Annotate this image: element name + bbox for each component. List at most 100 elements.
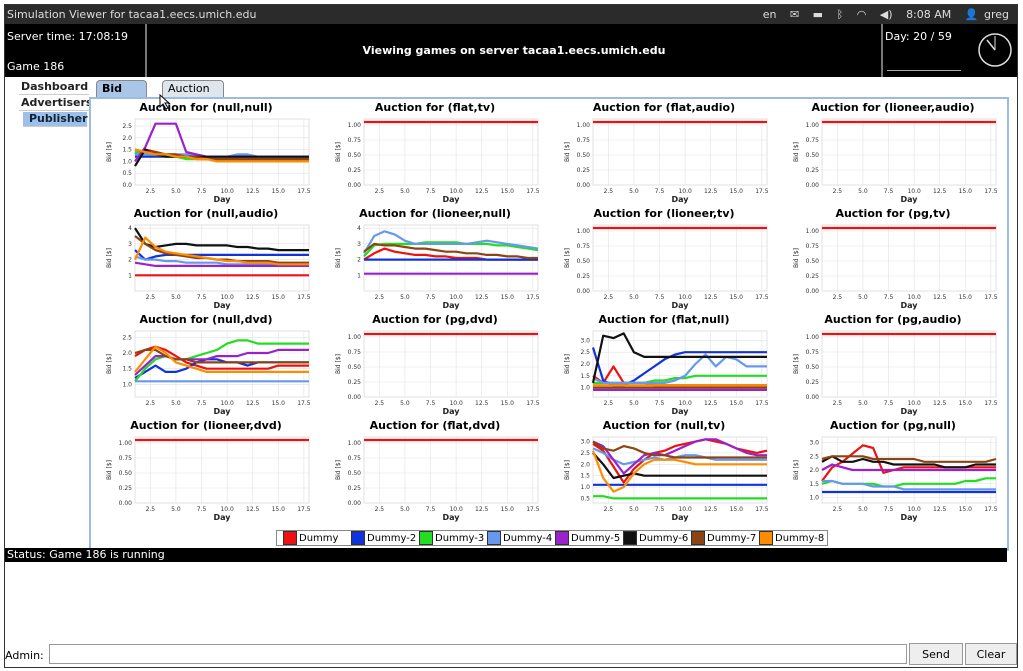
- y-tick-label: 1.0: [580, 484, 590, 491]
- wifi-icon[interactable]: ◠: [857, 8, 867, 21]
- x-tick-label: 5.0: [400, 506, 410, 513]
- x-tick-label: 15.0: [959, 188, 973, 195]
- mail-icon[interactable]: ✉: [790, 8, 799, 21]
- legend-item: Dummy-3: [419, 531, 484, 545]
- y-tick-label: 0.25: [806, 273, 820, 280]
- legend-label: Dummy: [299, 533, 339, 544]
- chart-2: Auction for (flat,tv) 2.5 5.0 7.5 10.0 12.5 15…: [335, 101, 540, 204]
- y-tick-label: 2: [357, 257, 361, 264]
- plot-area: [134, 118, 310, 186]
- bluetooth-icon[interactable]: ᛒ: [837, 8, 844, 21]
- plot-area: [363, 330, 539, 398]
- legend-swatch: [487, 531, 501, 545]
- chart-5: Auction for (null,audio) 2.5 5.0 7.5 10.0 12.…: [106, 207, 311, 310]
- legend-label: Dummy-2: [367, 533, 417, 544]
- network-icon[interactable]: ▬: [813, 8, 823, 21]
- mouse-cursor-icon: [159, 94, 171, 110]
- y-tick-label: 2: [128, 257, 132, 264]
- x-tick-label: 2.5: [375, 506, 385, 513]
- x-tick-label: 7.5: [884, 506, 894, 513]
- x-tick-label: 12.5: [933, 294, 947, 301]
- y-tick-label: 1.00: [806, 334, 820, 341]
- sidebar-item-dashboard[interactable]: Dashboard: [19, 80, 89, 95]
- x-tick-label: 7.5: [197, 506, 207, 513]
- plot-area: [592, 436, 768, 504]
- chart-title: Auction for (flat,null): [599, 313, 730, 326]
- y-tick-label: 2.0: [580, 361, 590, 368]
- x-tick-label: 17.5: [755, 400, 769, 407]
- chart-title: Auction for (pg,tv): [835, 207, 950, 220]
- legend-swatch: [759, 531, 773, 545]
- y-tick-label: 0.00: [348, 394, 362, 401]
- x-tick-label: 10.0: [220, 188, 234, 195]
- y-tick-label: 0.25: [348, 167, 362, 174]
- clock-text[interactable]: 8:08 AM: [906, 8, 951, 21]
- x-tick-label: 12.5: [246, 506, 260, 513]
- clear-button[interactable]: Clear: [965, 643, 1017, 665]
- y-axis-label: Bid [$]: [106, 248, 113, 268]
- y-tick-label: 1.0: [580, 385, 590, 392]
- x-tick-label: 10.0: [678, 188, 692, 195]
- x-tick-label: 2.5: [375, 294, 385, 301]
- chart-title: Auction for (null,dvd): [139, 313, 272, 326]
- server-time: Server time: 17:08:19: [7, 30, 129, 43]
- x-tick-label: 7.5: [884, 294, 894, 301]
- user-name[interactable]: greg: [984, 8, 1009, 21]
- volume-icon[interactable]: ◀): [880, 8, 893, 21]
- chart-title: Auction for (flat,audio): [593, 101, 735, 114]
- y-tick-label: 1.0: [809, 495, 819, 502]
- chart-title: Auction for (lioneer,null): [359, 207, 511, 220]
- x-tick-label: 2.5: [833, 400, 843, 407]
- x-tick-label: 17.5: [297, 506, 311, 513]
- y-axis-label: Bid [$]: [793, 354, 800, 374]
- header: Server time: 17:08:19 Game 186 Viewing g…: [5, 24, 1017, 77]
- y-tick-label: 1.00: [806, 122, 820, 129]
- command-row: Admin: Send Clear: [5, 640, 1017, 667]
- x-tick-label: 5.0: [400, 400, 410, 407]
- x-axis-label: Day: [671, 513, 689, 522]
- x-tick-label: 5.0: [858, 188, 868, 195]
- x-tick-label: 15.0: [730, 188, 744, 195]
- x-tick-label: 7.5: [197, 400, 207, 407]
- chart-3: Auction for (flat,audio) 2.5 5.0 7.5 10.0 12.…: [564, 101, 769, 204]
- sidebar-item-advertisers[interactable]: Advertisers: [19, 96, 92, 111]
- x-axis-label: Day: [671, 301, 689, 310]
- x-tick-label: 15.0: [501, 400, 515, 407]
- chart-title: Auction for (null,tv): [603, 419, 726, 432]
- y-tick-label: 0.00: [577, 288, 591, 295]
- y-tick-label: 0.00: [806, 182, 820, 189]
- y-tick-label: 0.50: [806, 258, 820, 265]
- x-tick-label: 15.0: [501, 506, 515, 513]
- y-axis-label: Bid [$]: [564, 460, 571, 480]
- sidebar-item-publisher[interactable]: Publisher: [23, 112, 88, 127]
- language-indicator[interactable]: en: [763, 8, 777, 21]
- x-tick-label: 12.5: [475, 506, 489, 513]
- admin-input[interactable]: [49, 644, 907, 664]
- x-tick-label: 17.5: [984, 400, 998, 407]
- y-tick-label: 0.75: [119, 455, 133, 462]
- x-tick-label: 15.0: [272, 188, 286, 195]
- x-tick-label: 2.5: [833, 506, 843, 513]
- y-tick-label: 3.0: [580, 337, 590, 344]
- x-tick-label: 10.0: [907, 294, 921, 301]
- send-button[interactable]: Send: [909, 643, 963, 665]
- y-tick-label: 1.0: [122, 158, 132, 165]
- x-axis-label: Day: [671, 195, 689, 204]
- day-counter: Day: 20 / 59: [885, 30, 952, 43]
- x-tick-label: 5.0: [629, 506, 639, 513]
- x-tick-label: 2.5: [604, 506, 614, 513]
- x-tick-label: 10.0: [220, 400, 234, 407]
- x-tick-label: 5.0: [858, 506, 868, 513]
- x-tick-label: 17.5: [984, 188, 998, 195]
- x-tick-label: 5.0: [400, 188, 410, 195]
- x-tick-label: 15.0: [730, 400, 744, 407]
- viewing-label: Viewing games on server tacaa1.eecs.umic…: [147, 24, 883, 77]
- y-tick-label: 1.5: [122, 147, 132, 154]
- x-tick-label: 15.0: [501, 294, 515, 301]
- day-progress-line: [887, 70, 961, 71]
- chart-title: Auction for (flat,dvd): [370, 419, 501, 432]
- header-right: Day: 20 / 59: [883, 24, 1017, 77]
- legend-item: Dummy-6: [623, 531, 688, 545]
- chart-14: Auction for (flat,dvd) 2.5 5.0 7.5 10.0 12.5 1…: [335, 419, 540, 522]
- tab-bid-series[interactable]: Bid Series: [96, 80, 147, 111]
